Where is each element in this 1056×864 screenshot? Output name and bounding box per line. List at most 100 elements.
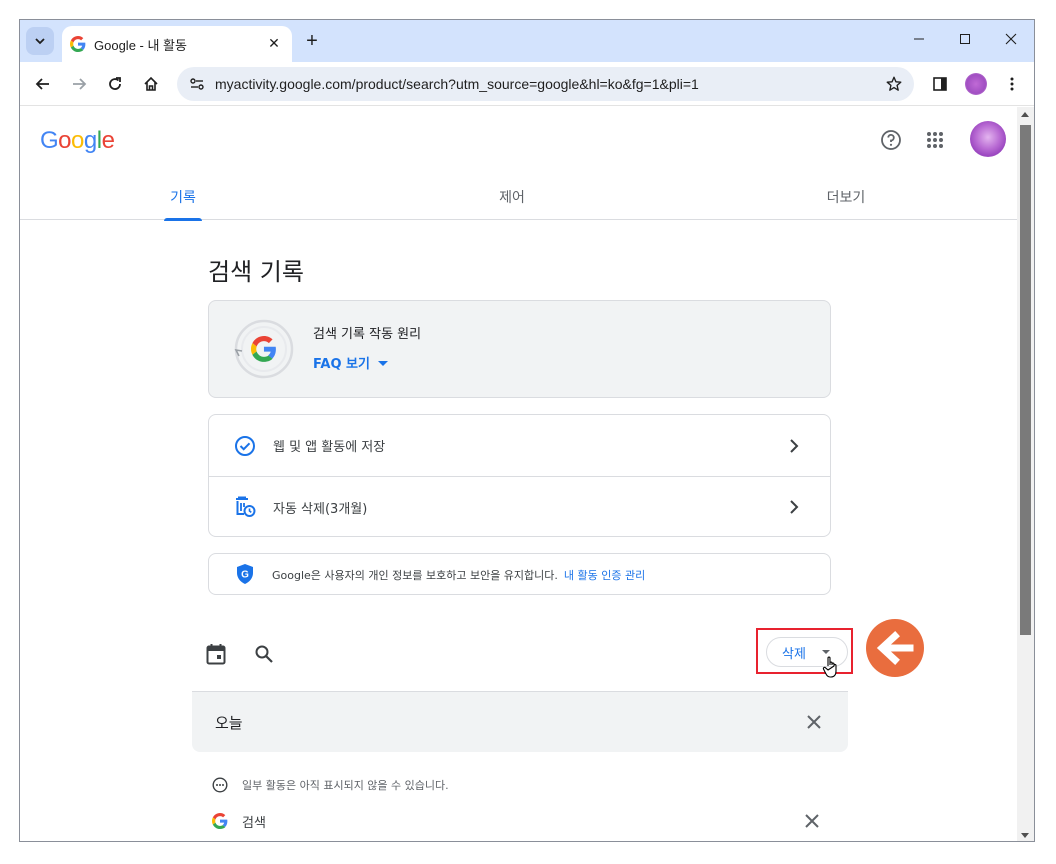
- reload-icon: [109, 77, 121, 90]
- hand-cursor-icon: [822, 656, 837, 678]
- setting-row-web-app-activity[interactable]: 웹 및 앱 활동에 저장: [209, 415, 830, 476]
- chevron-right-icon: [786, 499, 802, 515]
- google-g-icon: [212, 813, 228, 829]
- close-icon: [805, 814, 819, 828]
- activity-item[interactable]: 검색: [212, 809, 832, 833]
- close-window-button[interactable]: [988, 20, 1034, 58]
- faq-card: 검색 기록 작동 원리 FAQ 보기: [208, 300, 831, 398]
- address-bar[interactable]: myactivity.google.com/product/search?utm…: [177, 67, 914, 101]
- faq-toggle[interactable]: FAQ 보기: [313, 353, 388, 372]
- tab-close-icon[interactable]: ✕: [264, 34, 284, 54]
- browser-window: Google - 내 활동 ✕ + myactivity.google.com/…: [19, 19, 1035, 842]
- privacy-card: G Google은 사용자의 개인 정보를 보호하고 보안을 유지합니다. 내 활…: [208, 553, 831, 595]
- back-arrow-icon: [35, 78, 49, 90]
- tab-title: Google - 내 활동: [94, 37, 187, 53]
- forward-button[interactable]: [65, 70, 93, 98]
- browser-tab[interactable]: Google - 내 활동 ✕: [62, 26, 292, 62]
- google-history-icon: [234, 319, 294, 379]
- notice-text: 일부 활동은 아직 표시되지 않을 수 있습니다.: [242, 779, 449, 792]
- setting-row-auto-delete[interactable]: 자동 삭제(3개월): [209, 476, 830, 537]
- search-button[interactable]: [252, 642, 276, 666]
- help-icon: [881, 130, 901, 150]
- check-circle-icon: [233, 434, 257, 458]
- pending-activity-notice: 일부 활동은 아직 표시되지 않을 수 있습니다.: [212, 775, 449, 795]
- maximize-button[interactable]: [942, 20, 988, 58]
- logo-letter-6: e: [101, 127, 115, 154]
- scroll-up-arrow-icon[interactable]: [1021, 112, 1029, 117]
- chevron-down-icon: [35, 38, 45, 45]
- page-scrollbar[interactable]: [1017, 107, 1034, 841]
- tab-history-label: 기록: [170, 189, 196, 206]
- window-controls: [896, 20, 1034, 58]
- more-vert-icon: [1010, 77, 1014, 91]
- dropdown-caret-icon: [821, 650, 830, 654]
- side-panel-icon: [933, 77, 947, 91]
- privacy-text: Google은 사용자의 개인 정보를 보호하고 보안을 유지합니다. 내 활동 …: [272, 567, 645, 583]
- setting-label: 자동 삭제(3개월): [273, 501, 368, 517]
- delete-button-label: 삭제: [782, 646, 806, 662]
- minimize-icon: [914, 38, 924, 40]
- calendar-icon: [206, 644, 226, 665]
- logo-letter-2: o: [58, 127, 72, 154]
- tab-history[interactable]: 기록: [164, 173, 202, 221]
- reload-button[interactable]: [101, 70, 129, 98]
- maximize-icon: [960, 34, 970, 44]
- site-info-icon[interactable]: [187, 74, 207, 94]
- delete-day-button[interactable]: [804, 712, 824, 732]
- google-logo[interactable]: Google: [40, 127, 115, 155]
- side-panel-button[interactable]: [926, 70, 954, 98]
- privacy-message: Google은 사용자의 개인 정보를 보호하고 보안을 유지합니다.: [272, 569, 558, 582]
- date-filter-button[interactable]: [204, 642, 228, 666]
- active-tab-indicator: [164, 218, 202, 221]
- title-bar: Google - 내 활동 ✕ +: [20, 20, 1034, 62]
- google-g-icon: [70, 36, 86, 52]
- auto-delete-icon: [233, 495, 257, 519]
- verification-settings-link[interactable]: 내 활동 인증 관리: [564, 569, 645, 582]
- page-content: Google 기록 제어 더보기 검색 기록 검색 기록 작동 원리 FAQ 보…: [20, 107, 1018, 841]
- activity-item-label: 검색: [242, 816, 266, 831]
- setting-label: 웹 및 앱 활동에 저장: [273, 440, 386, 455]
- tab-controls-label: 제어: [499, 189, 525, 206]
- scroll-thumb[interactable]: [1020, 125, 1031, 635]
- new-tab-button[interactable]: +: [300, 29, 324, 53]
- bookmark-star-icon[interactable]: [882, 72, 906, 96]
- logo-letter-1: G: [40, 127, 59, 154]
- day-group-header: 오늘: [192, 692, 848, 752]
- more-horiz-circle-icon: [212, 777, 228, 793]
- close-icon: [1005, 33, 1017, 45]
- tab-controls[interactable]: 제어: [490, 173, 534, 220]
- svg-text:G: G: [241, 570, 249, 581]
- faq-title: 검색 기록 작동 원리: [313, 327, 422, 342]
- chevron-right-icon: [786, 438, 802, 454]
- settings-card: 웹 및 앱 활동에 저장 자동 삭제(3개월): [208, 414, 831, 537]
- logo-letter-3: o: [71, 127, 84, 154]
- delete-item-button[interactable]: [802, 811, 822, 831]
- close-icon: [807, 715, 821, 729]
- help-button[interactable]: [878, 127, 904, 153]
- profile-avatar[interactable]: [965, 73, 987, 95]
- tab-more[interactable]: 더보기: [816, 173, 876, 220]
- tab-search-button[interactable]: [26, 27, 54, 55]
- minimize-button[interactable]: [896, 20, 942, 58]
- day-group-label: 오늘: [215, 714, 243, 732]
- home-button[interactable]: [137, 70, 165, 98]
- faq-link-label: FAQ 보기: [313, 357, 370, 372]
- scroll-down-arrow-icon[interactable]: [1021, 833, 1029, 838]
- caret-down-icon: [377, 361, 388, 366]
- apps-grid-icon: [927, 132, 943, 148]
- search-icon: [255, 645, 273, 663]
- menu-button[interactable]: [998, 70, 1026, 98]
- forward-arrow-icon: [73, 78, 87, 90]
- page-title: 검색 기록: [208, 258, 304, 286]
- browser-toolbar: myactivity.google.com/product/search?utm…: [20, 62, 1034, 106]
- nav-tabs: 기록 제어 더보기: [20, 173, 1018, 221]
- account-avatar[interactable]: [970, 121, 1006, 157]
- tab-more-label: 더보기: [826, 189, 866, 206]
- home-icon: [144, 76, 158, 91]
- shield-icon: G: [237, 564, 253, 584]
- back-button[interactable]: [29, 70, 57, 98]
- apps-button[interactable]: [922, 127, 948, 153]
- logo-letter-4: g: [83, 127, 97, 154]
- url-text: myactivity.google.com/product/search?utm…: [215, 76, 699, 92]
- annotation-arrow-icon: [866, 619, 924, 677]
